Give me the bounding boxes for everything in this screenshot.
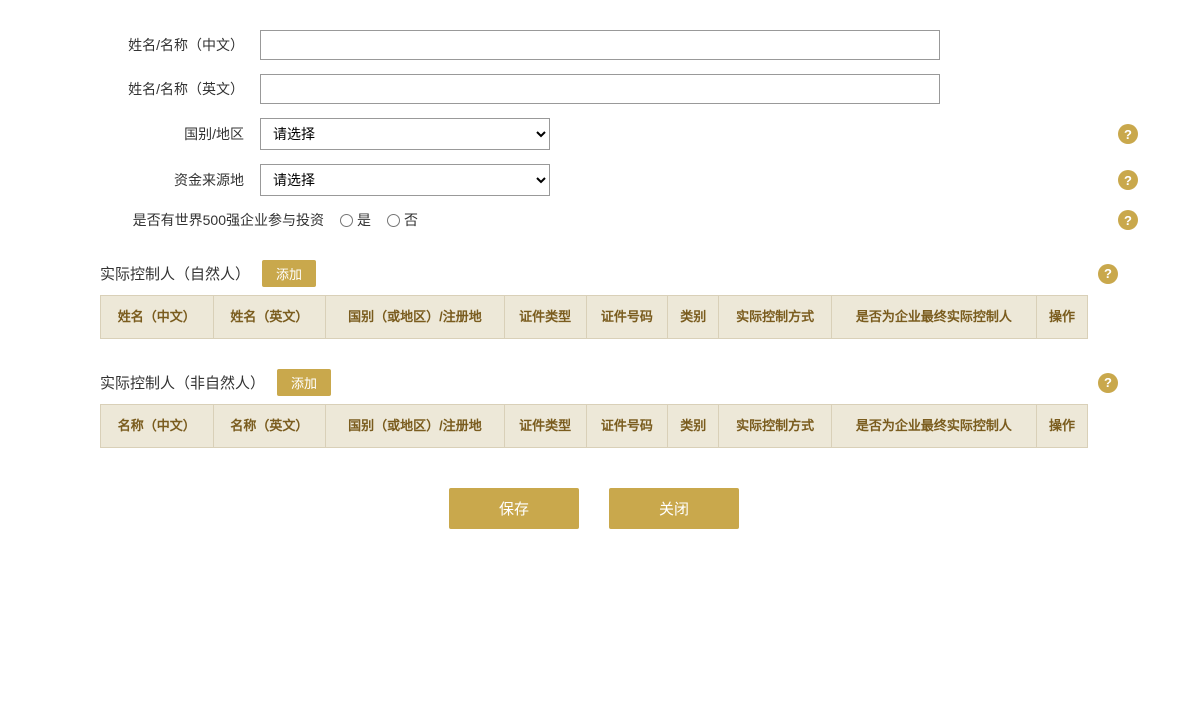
natural-person-table: 姓名（中文） 姓名（英文） 国别（或地区）/注册地 证件类型 证件号码 类别 实… <box>100 295 1088 339</box>
fortune500-no-radio[interactable] <box>387 214 400 227</box>
np-col-name-cn: 姓名（中文） <box>101 296 214 339</box>
non-natural-person-block: 实际控制人（非自然人） 添加 ? 名称（中文） 名称（英文） 国别（或地区）/注… <box>100 359 1088 448</box>
nnp-col-cert-no: 证件号码 <box>586 405 668 448</box>
np-col-control-method: 实际控制方式 <box>719 296 832 339</box>
fund-source-label: 资金来源地 <box>100 170 260 190</box>
non-natural-person-header: 实际控制人（非自然人） 添加 ? <box>100 359 1088 404</box>
natural-person-add-button[interactable]: 添加 <box>262 260 316 287</box>
fortune500-row: 是否有世界500强企业参与投资 是 否 ? <box>100 210 1088 230</box>
np-col-cert-no: 证件号码 <box>586 296 668 339</box>
name-en-input[interactable] <box>260 74 940 104</box>
country-row: 国别/地区 请选择 ? <box>100 118 1088 150</box>
close-button[interactable]: 关闭 <box>609 488 739 529</box>
nnp-col-operation: 操作 <box>1036 405 1087 448</box>
non-natural-person-title: 实际控制人（非自然人） <box>100 372 265 393</box>
natural-person-block: 实际控制人（自然人） 添加 ? 姓名（中文） 姓名（英文） 国别（或地区）/注册… <box>100 250 1088 339</box>
name-cn-input[interactable] <box>260 30 940 60</box>
fortune500-no-label[interactable]: 否 <box>387 210 418 230</box>
country-help-icon[interactable]: ? <box>1118 124 1138 144</box>
nnp-col-name-en: 名称（英文） <box>213 405 326 448</box>
bottom-buttons: 保存 关闭 <box>100 488 1088 529</box>
non-natural-person-table: 名称（中文） 名称（英文） 国别（或地区）/注册地 证件类型 证件号码 类别 实… <box>100 404 1088 448</box>
fortune500-yes-radio[interactable] <box>340 214 353 227</box>
non-natural-person-help-icon[interactable]: ? <box>1098 373 1118 393</box>
name-cn-row: 姓名/名称（中文） <box>100 30 1088 60</box>
name-en-row: 姓名/名称（英文） <box>100 74 1088 104</box>
save-button[interactable]: 保存 <box>449 488 579 529</box>
fortune500-yes-label[interactable]: 是 <box>340 210 371 230</box>
form-section: 姓名/名称（中文） 姓名/名称（英文） 国别/地区 请选择 ? 资金来源地 请选… <box>100 30 1088 230</box>
fortune500-no-text: 否 <box>404 210 418 230</box>
nnp-col-ultimate-controller: 是否为企业最终实际控制人 <box>831 405 1036 448</box>
non-natural-person-add-button[interactable]: 添加 <box>277 369 331 396</box>
np-col-cert-type: 证件类型 <box>504 296 586 339</box>
fortune500-yes-text: 是 <box>357 210 371 230</box>
fund-source-row: 资金来源地 请选择 ? <box>100 164 1088 196</box>
fortune500-help-icon[interactable]: ? <box>1118 210 1138 230</box>
fortune500-label: 是否有世界500强企业参与投资 <box>100 210 340 230</box>
country-label: 国别/地区 <box>100 124 260 144</box>
non-natural-person-table-header-row: 名称（中文） 名称（英文） 国别（或地区）/注册地 证件类型 证件号码 类别 实… <box>101 405 1088 448</box>
nnp-col-country: 国别（或地区）/注册地 <box>326 405 505 448</box>
nnp-col-category: 类别 <box>668 405 719 448</box>
name-en-label: 姓名/名称（英文） <box>100 79 260 99</box>
fortune500-radio-group: 是 否 <box>340 210 428 230</box>
np-col-operation: 操作 <box>1036 296 1087 339</box>
name-cn-label: 姓名/名称（中文） <box>100 35 260 55</box>
fund-source-help-icon[interactable]: ? <box>1118 170 1138 190</box>
nnp-col-control-method: 实际控制方式 <box>719 405 832 448</box>
natural-person-header: 实际控制人（自然人） 添加 ? <box>100 250 1088 295</box>
np-col-category: 类别 <box>668 296 719 339</box>
page-container: 姓名/名称（中文） 姓名/名称（英文） 国别/地区 请选择 ? 资金来源地 请选… <box>0 0 1188 705</box>
np-col-country: 国别（或地区）/注册地 <box>326 296 505 339</box>
np-col-name-en: 姓名（英文） <box>213 296 326 339</box>
country-select[interactable]: 请选择 <box>260 118 550 150</box>
natural-person-title: 实际控制人（自然人） <box>100 263 250 284</box>
nnp-col-name-cn: 名称（中文） <box>101 405 214 448</box>
np-col-ultimate-controller: 是否为企业最终实际控制人 <box>831 296 1036 339</box>
natural-person-help-icon[interactable]: ? <box>1098 264 1118 284</box>
fund-source-select[interactable]: 请选择 <box>260 164 550 196</box>
natural-person-table-header-row: 姓名（中文） 姓名（英文） 国别（或地区）/注册地 证件类型 证件号码 类别 实… <box>101 296 1088 339</box>
nnp-col-cert-type: 证件类型 <box>504 405 586 448</box>
